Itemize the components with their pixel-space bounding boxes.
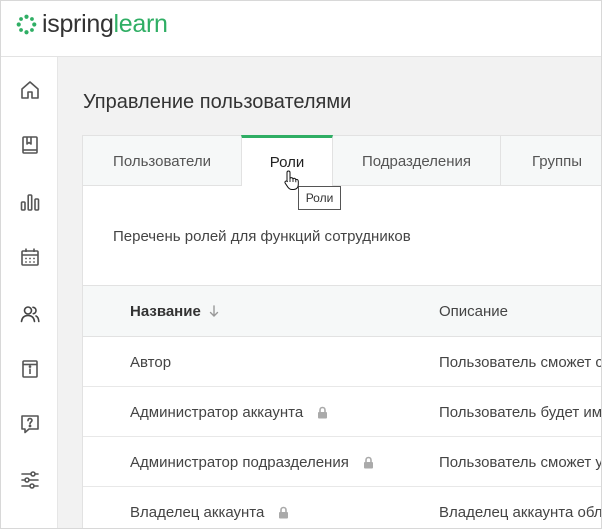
logo-mark-icon	[16, 14, 37, 34]
sidebar-item-learning[interactable]	[1, 125, 58, 165]
main-content: Управление пользователями Пользователи Р…	[59, 58, 602, 528]
lock-icon	[318, 406, 328, 418]
table-row[interactable]: Администратор аккаунта Пользователь буде…	[83, 387, 602, 437]
calendar-icon	[20, 248, 39, 266]
logo-text-learn: learn	[113, 9, 168, 38]
sidebar-item-calendar[interactable]	[1, 237, 58, 277]
tab-groups[interactable]: Группы	[501, 136, 601, 186]
info-card-icon	[21, 360, 38, 378]
column-header-description: Описание	[439, 302, 509, 320]
logo-text-ispring: ispring	[42, 9, 114, 38]
role-description: Пользователь сможет управлять	[439, 453, 601, 471]
ispring-logo[interactable]: ispring learn	[16, 10, 168, 38]
sidebar-item-home[interactable]	[1, 70, 58, 110]
sidebar-item-settings[interactable]	[1, 460, 58, 500]
app-window: ispring learn Управление пользователями …	[0, 0, 602, 529]
role-name[interactable]: Автор	[130, 354, 171, 371]
table-row[interactable]: Владелец аккаунта Владелец аккаунта обла…	[83, 487, 602, 528]
table-row[interactable]: Администратор подразделения Пользователь…	[83, 437, 601, 487]
role-name[interactable]: Владелец аккаунта	[130, 504, 264, 521]
hand-cursor-icon	[284, 170, 299, 190]
sidebar-item-help[interactable]	[1, 404, 58, 444]
sort-arrow-down-icon	[209, 305, 219, 317]
roles-table: Название Описание Автор Пользователь смо…	[83, 285, 602, 528]
bar-chart-icon	[20, 194, 39, 211]
sidebar-item-users[interactable]	[1, 294, 58, 334]
table-header: Название Описание	[83, 285, 601, 337]
sidebar-item-reports[interactable]	[1, 182, 58, 222]
lock-icon	[363, 456, 373, 468]
tab-bar: Пользователи Роли Подразделения Группы	[83, 135, 601, 186]
role-name[interactable]: Администратор подразделения	[130, 454, 349, 471]
column-name-label: Название	[130, 302, 201, 320]
top-header: ispring learn	[1, 1, 601, 57]
tab-users[interactable]: Пользователи	[83, 136, 242, 186]
role-description: Пользователь будет иметь доступ	[439, 403, 602, 421]
book-icon	[21, 136, 38, 154]
role-description: Владелец аккаунта обладает	[439, 503, 602, 521]
lock-icon	[279, 506, 289, 518]
users-management-card: Пользователи Роли Подразделения Группы П…	[82, 135, 602, 528]
column-header-name[interactable]: Название	[130, 286, 219, 336]
sidebar	[1, 57, 58, 528]
sidebar-item-catalog[interactable]	[1, 349, 58, 389]
role-description: Пользователь сможет создавать и	[439, 353, 601, 371]
table-row[interactable]: Автор Пользователь сможет создавать и	[83, 337, 601, 387]
role-name[interactable]: Администратор аккаунта	[130, 404, 303, 421]
home-icon	[20, 81, 39, 99]
users-icon	[20, 306, 40, 323]
tab-departments[interactable]: Подразделения	[333, 136, 501, 186]
page-title: Управление пользователями	[83, 91, 352, 113]
roles-description: Перечень ролей для функций сотрудников	[113, 228, 411, 245]
sliders-icon	[20, 471, 39, 489]
help-icon	[20, 415, 39, 434]
tab-tooltip: Роли	[298, 186, 341, 210]
